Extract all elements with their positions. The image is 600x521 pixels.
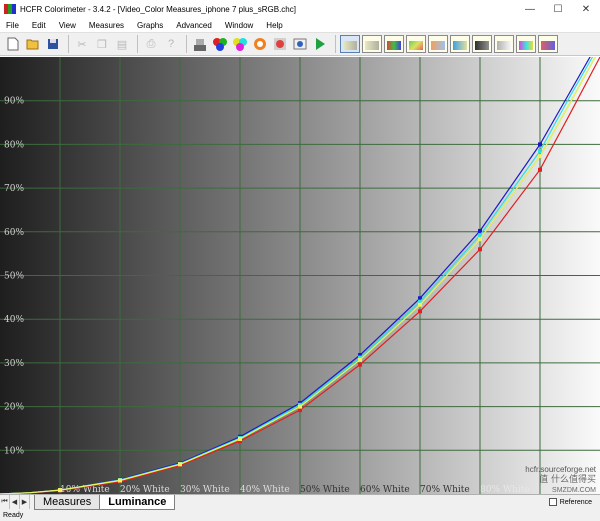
tab-bar: ⏮ ◀ ▶ Measures Luminance Reference: [0, 494, 600, 511]
menu-graphs[interactable]: Graphs: [131, 21, 170, 30]
data-point: [538, 154, 542, 159]
data-point: [58, 488, 62, 493]
tab-measures[interactable]: Measures: [34, 495, 101, 510]
data-point: [298, 408, 302, 413]
data-point: [358, 357, 362, 362]
measure-free-icon[interactable]: [251, 35, 269, 53]
y-tick-label: 30%: [4, 359, 24, 369]
cut-icon[interactable]: ✂: [73, 35, 91, 53]
graph-measures-icon[interactable]: [538, 35, 558, 53]
x-tick-label: 60% White: [360, 485, 410, 494]
menu-help[interactable]: Help: [260, 21, 289, 30]
window-title: HCFR Colorimeter - 3.4.2 - [Video_Color …: [20, 4, 296, 14]
copy-icon[interactable]: ❐: [93, 35, 111, 53]
data-point: [418, 302, 422, 307]
x-tick-label: 70% White: [420, 485, 470, 494]
y-tick-label: 90%: [4, 97, 24, 107]
site-watermark: 值 什么值得买: [539, 473, 596, 485]
y-tick-label: 20%: [4, 403, 24, 413]
x-tick-label: 30% White: [180, 485, 230, 494]
data-point: [478, 247, 482, 252]
site-watermark-domain: SMZDM.COM: [552, 487, 596, 494]
measure-secondaries-icon[interactable]: [231, 35, 249, 53]
graph-rgb-icon[interactable]: [384, 35, 404, 53]
print-icon[interactable]: ⎙: [142, 35, 160, 53]
data-point: [538, 148, 542, 153]
maximize-button[interactable]: ☐: [544, 0, 572, 18]
measure-primaries-icon[interactable]: [211, 35, 229, 53]
tab-luminance[interactable]: Luminance: [99, 495, 176, 510]
y-tick-label: 80%: [4, 140, 24, 150]
data-point: [538, 167, 542, 172]
y-tick-label: 70%: [4, 184, 24, 194]
toolbar: ✂ ❐ ▤ ⎙ ?: [0, 32, 600, 56]
toolbar-separator: [137, 35, 138, 53]
paste-icon[interactable]: ▤: [113, 35, 131, 53]
data-point: [238, 436, 242, 441]
checkbox-box[interactable]: [548, 498, 557, 506]
new-icon[interactable]: [4, 35, 22, 53]
x-axis-labels: 10% White 20% White 30% White 40% White 50% …: [60, 485, 590, 494]
x-tick-label: 20% White: [120, 485, 170, 494]
x-tick-label: 50% White: [300, 485, 350, 494]
menu-measures[interactable]: Measures: [83, 21, 131, 30]
menu-bar: File Edit View Measures Graphs Advanced …: [0, 18, 600, 32]
luminance-chart: 10% 20% 30% 40% 50% 60% 70% 80% 90% 10% White 20%…: [0, 57, 600, 494]
toolbar-separator: [186, 35, 187, 53]
tab-nav-next-icon[interactable]: ▶: [20, 495, 30, 509]
toolbar-separator: [68, 35, 69, 53]
status-bar: Ready: [0, 511, 600, 521]
x-tick-label: 80% White: [480, 485, 530, 494]
graph-cie-icon[interactable]: [406, 35, 426, 53]
x-tick-label: 40% White: [240, 485, 290, 494]
tab-nav-prev-icon[interactable]: ◀: [10, 495, 20, 509]
graph-luminance-icon[interactable]: [340, 35, 360, 53]
toolbar-separator: [335, 35, 336, 53]
tab-nav-first-icon[interactable]: ⏮: [0, 495, 10, 509]
luminance-graph: 10%20%30%40%50%60%70%80%90% 10% White 20%…: [0, 57, 600, 494]
minimize-button[interactable]: —: [516, 0, 544, 18]
data-point: [538, 142, 542, 147]
y-tick-label: 10%: [4, 446, 24, 456]
graph-deltae-icon[interactable]: [450, 35, 470, 53]
graph-saturation-icon[interactable]: [516, 35, 536, 53]
watermark-text: hcfr.sourceforge.net: [525, 465, 596, 474]
y-tick-label: 60%: [4, 228, 24, 238]
data-point: [178, 462, 182, 467]
menu-advanced[interactable]: Advanced: [170, 21, 219, 30]
y-tick-label: 50%: [4, 272, 24, 282]
data-point: [478, 237, 482, 242]
save-icon[interactable]: [44, 35, 62, 53]
menu-window[interactable]: Window: [219, 21, 260, 30]
measure-grayscale-icon[interactable]: [191, 35, 209, 53]
graph-near-black-icon[interactable]: [472, 35, 492, 53]
data-point: [358, 362, 362, 367]
y-tick-label: 40%: [4, 315, 24, 325]
measure-saturation-icon[interactable]: [271, 35, 289, 53]
menu-edit[interactable]: Edit: [26, 21, 53, 30]
data-point: [418, 309, 422, 314]
data-point: [298, 404, 302, 409]
reference-checkbox[interactable]: Reference: [548, 495, 592, 509]
continuous-measure-icon[interactable]: [291, 35, 309, 53]
open-icon[interactable]: [24, 35, 42, 53]
graph-near-white-icon[interactable]: [494, 35, 514, 53]
reference-label: Reference: [559, 498, 592, 506]
data-point: [118, 478, 122, 483]
help-icon[interactable]: ?: [162, 35, 180, 53]
app-logo-icon: [4, 4, 16, 14]
close-button[interactable]: ✕: [572, 0, 600, 18]
menu-view[interactable]: View: [53, 21, 83, 30]
graph-temperature-icon[interactable]: [428, 35, 448, 53]
title-bar: HCFR Colorimeter - 3.4.2 - [Video_Color …: [0, 0, 600, 18]
run-icon[interactable]: [311, 35, 329, 53]
graph-gamma-icon[interactable]: [362, 35, 382, 53]
menu-file[interactable]: File: [0, 21, 26, 30]
